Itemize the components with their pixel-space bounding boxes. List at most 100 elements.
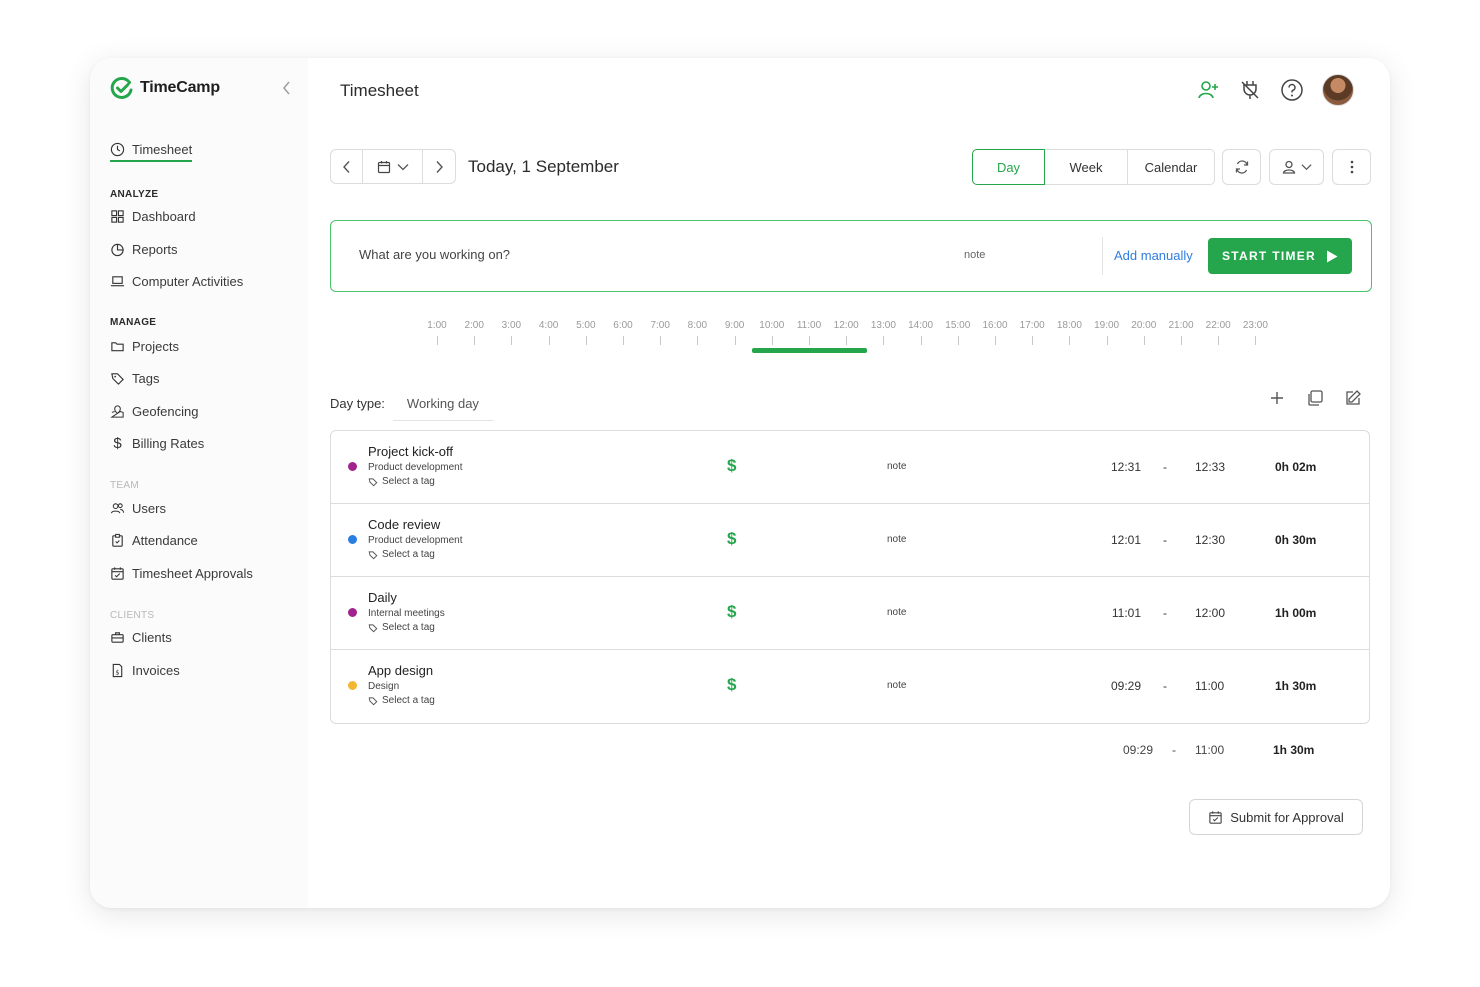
clipboard-icon <box>112 533 123 547</box>
sidebar-item-billing-rates[interactable]: $ Billing Rates <box>110 436 204 451</box>
entry-end-time[interactable]: 12:00 <box>1195 606 1225 620</box>
sidebar-item-timesheet-approvals[interactable]: Timesheet Approvals <box>110 566 253 581</box>
sidebar-item-label: Projects <box>132 339 179 354</box>
entry-note[interactable]: note <box>887 680 906 691</box>
edit-icon[interactable] <box>1344 389 1362 407</box>
entry-title[interactable]: Project kick-off <box>368 444 453 459</box>
timeline-hour-label: 22:00 <box>1205 320 1231 331</box>
timeline-tick <box>771 336 773 345</box>
collapse-sidebar-icon[interactable] <box>280 80 294 96</box>
entry-project[interactable]: Design <box>368 681 399 692</box>
billable-icon[interactable]: $ <box>727 602 736 622</box>
tag-icon <box>368 550 378 559</box>
timeline-tick <box>883 336 885 345</box>
start-timer-button[interactable]: START TIMER <box>1208 238 1352 274</box>
sidebar-item-label: Timesheet <box>132 142 193 157</box>
sidebar-item-users[interactable]: Users <box>110 501 166 516</box>
clock-icon <box>110 142 125 157</box>
select-tag[interactable]: Select a tag <box>368 622 435 633</box>
tag-icon <box>368 623 378 632</box>
user-avatar[interactable] <box>1322 74 1354 106</box>
entry-end-time[interactable]: 12:30 <box>1195 533 1225 547</box>
sidebar-item-invoices[interactable]: $ Invoices <box>110 663 180 678</box>
entry-note[interactable]: note <box>887 534 906 545</box>
add-manually-link[interactable]: Add manually <box>1114 248 1193 263</box>
sidebar-item-attendance[interactable]: Attendance <box>110 533 198 548</box>
date-picker-button[interactable] <box>363 149 423 184</box>
day-type-select[interactable]: Working day <box>392 396 493 421</box>
project-color-dot <box>348 535 357 544</box>
entry-end-time[interactable]: 12:33 <box>1195 460 1225 474</box>
duplicate-icon[interactable] <box>1306 389 1324 407</box>
timeline-tick <box>920 336 922 345</box>
tag-icon <box>368 696 378 705</box>
timer-note-field[interactable]: note <box>964 249 985 261</box>
refresh-button[interactable] <box>1222 149 1261 185</box>
previous-day-button[interactable] <box>330 149 363 184</box>
plugin-off-icon[interactable] <box>1238 78 1262 102</box>
timeline-tick <box>809 336 810 345</box>
entry-start-time[interactable]: 09:29 <box>1091 679 1141 693</box>
dollar-icon: $ <box>113 435 122 452</box>
entry-start-time[interactable]: 11:01 <box>1091 606 1141 620</box>
next-day-button[interactable] <box>423 149 456 184</box>
billable-icon[interactable]: $ <box>727 529 736 549</box>
task-input[interactable]: What are you working on? <box>359 247 510 262</box>
more-options-button[interactable] <box>1332 149 1371 185</box>
add-user-icon[interactable] <box>1196 78 1220 102</box>
billable-icon[interactable]: $ <box>727 675 736 695</box>
sidebar-item-reports[interactable]: Reports <box>110 242 178 257</box>
tab-calendar[interactable]: Calendar <box>1128 149 1215 185</box>
calendar-check-icon <box>1209 810 1222 824</box>
entry-duration[interactable]: 1h 00m <box>1275 606 1316 620</box>
sidebar-item-timesheet[interactable]: Timesheet <box>110 142 193 162</box>
billable-icon[interactable]: $ <box>727 456 736 476</box>
select-tag-label: Select a tag <box>382 476 435 487</box>
time-separator: - <box>1163 533 1167 547</box>
select-tag[interactable]: Select a tag <box>368 549 435 560</box>
sidebar-item-projects[interactable]: Projects <box>110 339 179 354</box>
entry-note[interactable]: note <box>887 607 906 618</box>
plus-icon[interactable] <box>1268 389 1286 407</box>
tracked-time-bar[interactable] <box>752 348 867 353</box>
sidebar-item-clients[interactable]: Clients <box>110 630 172 645</box>
play-icon <box>1327 250 1338 262</box>
entry-project[interactable]: Product development <box>368 462 463 473</box>
tab-week[interactable]: Week <box>1045 149 1128 185</box>
top-toolbar <box>1196 74 1354 106</box>
entry-project[interactable]: Internal meetings <box>368 608 445 619</box>
tab-day[interactable]: Day <box>972 149 1045 185</box>
timeline-hour-label: 8:00 <box>687 320 708 331</box>
table-row[interactable]: Daily Internal meetings Select a tag $ n… <box>331 577 1369 650</box>
submit-for-approval-button[interactable]: Submit for Approval <box>1189 799 1363 835</box>
entry-title[interactable]: Daily <box>368 590 397 605</box>
entry-note[interactable]: note <box>887 461 906 472</box>
timeline-hour-label: 3:00 <box>501 320 522 331</box>
svg-text:$: $ <box>115 668 119 676</box>
entry-title[interactable]: Code review <box>368 517 440 532</box>
chevron-right-icon <box>436 160 443 173</box>
sidebar-item-computer-activities[interactable]: Computer Activities <box>110 274 243 289</box>
help-icon[interactable] <box>1280 78 1304 102</box>
user-filter-button[interactable] <box>1269 149 1324 185</box>
table-row[interactable]: Project kick-off Product development Sel… <box>331 431 1369 504</box>
entry-start-time[interactable]: 12:01 <box>1091 533 1141 547</box>
tag-icon <box>111 373 124 385</box>
entry-duration[interactable]: 0h 30m <box>1275 533 1316 547</box>
entry-duration[interactable]: 1h 30m <box>1275 679 1316 693</box>
entry-start-time[interactable]: 12:31 <box>1091 460 1141 474</box>
entry-duration[interactable]: 0h 02m <box>1275 460 1316 474</box>
timeline-hour-label: 19:00 <box>1094 320 1120 331</box>
logo[interactable]: TimeCamp <box>110 76 220 100</box>
sidebar-item-dashboard[interactable]: Dashboard <box>110 209 196 224</box>
entry-end-time[interactable]: 11:00 <box>1195 679 1224 693</box>
select-tag[interactable]: Select a tag <box>368 476 435 487</box>
table-row[interactable]: App design Design Select a tag $ note 09… <box>331 650 1369 723</box>
sidebar-item-geofencing[interactable]: Geofencing <box>110 404 199 419</box>
sidebar-item-tags[interactable]: Tags <box>110 371 159 386</box>
entry-title[interactable]: App design <box>368 663 433 678</box>
select-tag[interactable]: Select a tag <box>368 695 435 706</box>
sidebar-item-label: Reports <box>132 242 178 257</box>
entry-project[interactable]: Product development <box>368 535 463 546</box>
table-row[interactable]: Code review Product development Select a… <box>331 504 1369 577</box>
